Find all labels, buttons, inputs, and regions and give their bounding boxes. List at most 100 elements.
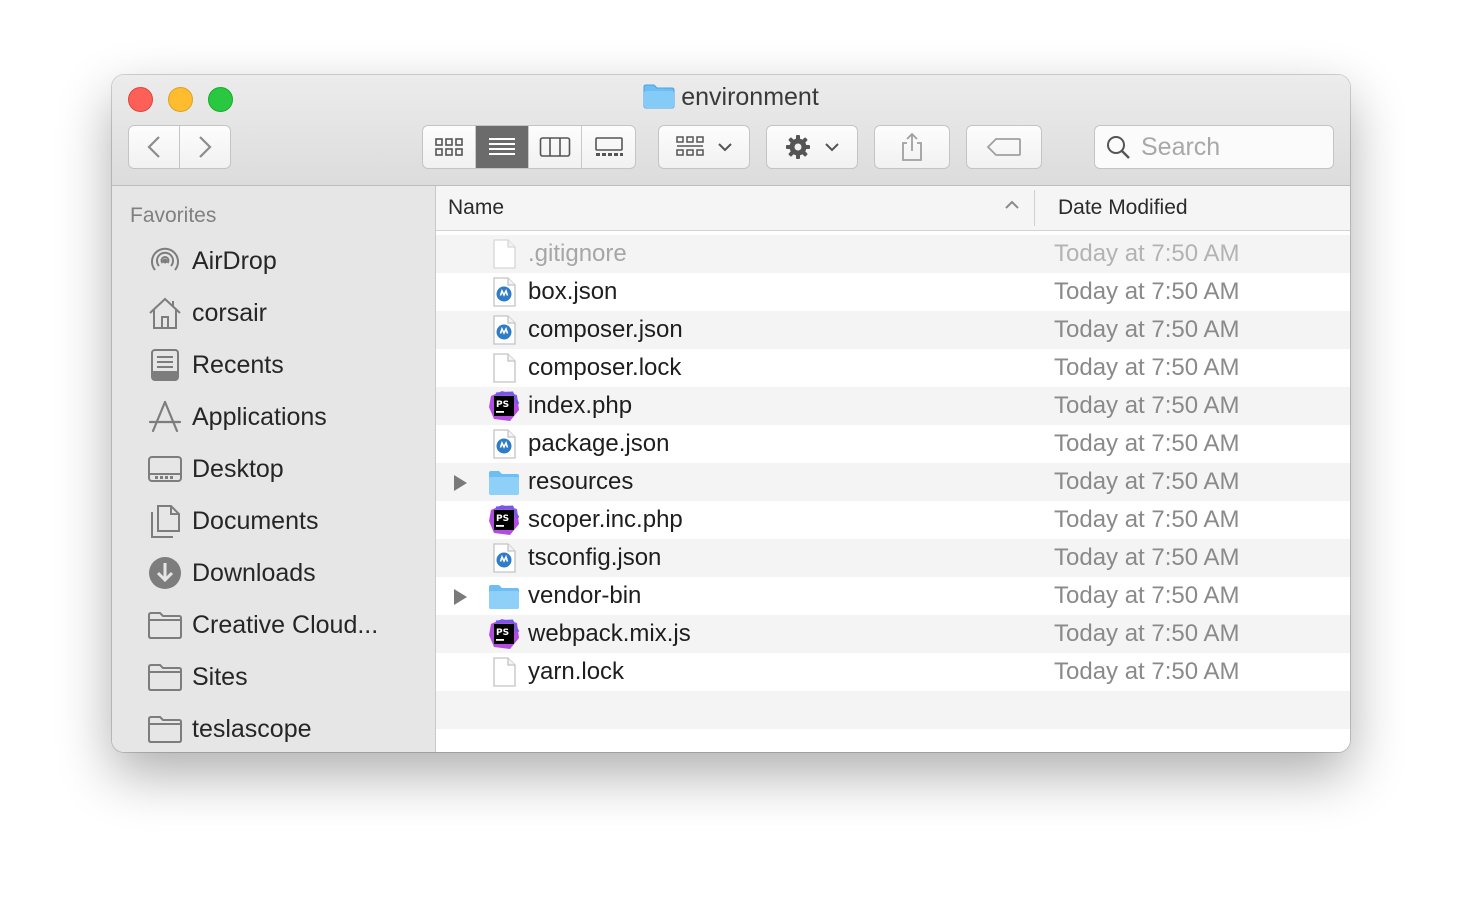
window-title: environment: [112, 83, 1350, 116]
sidebar-item-recents[interactable]: Recents: [146, 343, 284, 387]
sidebar-item-label: Sites: [192, 662, 248, 691]
table-row[interactable]: yarn.lock Today at 7:50 AM: [436, 653, 1350, 691]
table-row[interactable]: PS webpack.mix.js Today at 7:50 AM: [436, 615, 1350, 653]
file-rows: .gitignore Today at 7:50 AM box.json Tod…: [436, 235, 1350, 752]
sidebar-item-creative-cloud[interactable]: Creative Cloud...: [146, 603, 378, 647]
generic-file-icon: [488, 352, 520, 384]
sidebar-item-applications[interactable]: Applications: [146, 395, 327, 439]
sidebar-item-label: Downloads: [192, 558, 316, 587]
back-button[interactable]: [128, 125, 180, 169]
gear-icon: [786, 135, 810, 159]
search-field[interactable]: [1094, 125, 1334, 169]
recents-icon: [146, 346, 184, 384]
folder-icon: [488, 580, 520, 612]
json-file-icon: [488, 542, 520, 574]
table-row[interactable]: package.json Today at 7:50 AM: [436, 425, 1350, 463]
icon-view-button[interactable]: [423, 126, 476, 168]
sidebar-item-corsair[interactable]: corsair: [146, 291, 267, 335]
table-row[interactable]: PS scoper.inc.php Today at 7:50 AM: [436, 501, 1350, 539]
sidebar-item-label: Creative Cloud...: [192, 610, 379, 639]
file-date: Today at 7:50 AM: [1054, 658, 1240, 685]
folder-icon: [488, 466, 520, 498]
svg-text:PS: PS: [496, 400, 509, 410]
sidebar-item-label: teslascope: [192, 714, 312, 743]
file-date: Today at 7:50 AM: [1054, 620, 1240, 647]
sidebar-item-downloads[interactable]: Downloads: [146, 551, 316, 595]
file-name: package.json: [528, 430, 670, 457]
chevron-down-icon: [718, 143, 732, 152]
phpstorm-file-icon: PS: [488, 390, 520, 422]
generic-file-icon: [488, 656, 520, 688]
name-column-header[interactable]: Name: [448, 196, 504, 220]
search-icon: [1107, 136, 1130, 159]
file-name: composer.lock: [528, 354, 682, 381]
tag-button[interactable]: [966, 125, 1042, 169]
sidebar-item-label: Documents: [192, 506, 319, 535]
finder-window: environment Search Favorites AirDrop cor…: [112, 75, 1350, 752]
column-view-button[interactable]: [529, 126, 582, 168]
file-name: vendor-bin: [528, 582, 642, 609]
gallery-view-icon: [594, 137, 623, 156]
sidebar-item-label: corsair: [192, 298, 268, 327]
table-row[interactable]: PS index.php Today at 7:50 AM: [436, 387, 1350, 425]
file-date: Today at 7:50 AM: [1054, 278, 1240, 305]
sidebar-item-desktop[interactable]: Desktop: [146, 447, 284, 491]
disclosure-triangle-icon[interactable]: [452, 474, 468, 492]
tag-icon: [986, 138, 1021, 156]
search-input[interactable]: [1139, 131, 1323, 163]
folder-icon: [643, 83, 675, 116]
file-name: tsconfig.json: [528, 544, 662, 571]
file-name: scoper.inc.php: [528, 506, 683, 533]
home-icon: [146, 294, 184, 332]
table-row[interactable]: composer.json Today at 7:50 AM: [436, 311, 1350, 349]
sidebar: Favorites AirDrop corsair Recents Applic…: [112, 186, 436, 752]
desktop-icon: [146, 450, 184, 488]
disclosure-triangle-icon[interactable]: [452, 588, 468, 606]
sidebar-item-label: AirDrop: [192, 246, 277, 275]
sort-ascending-icon[interactable]: [1004, 200, 1020, 210]
table-row[interactable]: composer.lock Today at 7:50 AM: [436, 349, 1350, 387]
sidebar-item-sites[interactable]: Sites: [146, 655, 248, 699]
file-name: resources: [528, 468, 634, 495]
folder-icon: [146, 710, 184, 748]
empty-row: [436, 729, 1350, 752]
table-row[interactable]: resources Today at 7:50 AM: [436, 463, 1350, 501]
table-row[interactable]: .gitignore Today at 7:50 AM: [436, 235, 1350, 273]
sidebar-item-teslascope[interactable]: teslascope: [146, 707, 312, 751]
column-header: Name Date Modified: [436, 186, 1350, 231]
file-list: Name Date Modified .gitignore Today at 7…: [436, 186, 1350, 752]
window-title-text: environment: [681, 83, 819, 111]
gallery-view-button[interactable]: [582, 126, 635, 168]
json-file-icon: [488, 276, 520, 308]
json-file-icon: [488, 314, 520, 346]
folder-icon: [146, 606, 184, 644]
svg-text:PS: PS: [496, 514, 509, 524]
table-row[interactable]: box.json Today at 7:50 AM: [436, 273, 1350, 311]
json-file-icon: [488, 428, 520, 460]
file-date: Today at 7:50 AM: [1054, 430, 1240, 457]
svg-text:PS: PS: [496, 628, 509, 638]
chevron-left-icon: [147, 136, 160, 158]
sidebar-item-label: Desktop: [192, 454, 284, 483]
group-by-button[interactable]: [658, 125, 750, 169]
list-view-icon: [489, 138, 515, 155]
forward-button[interactable]: [179, 125, 231, 169]
title-bar: environment: [112, 75, 1350, 186]
airdrop-icon: [146, 242, 184, 280]
file-date: Today at 7:50 AM: [1054, 468, 1240, 495]
applications-icon: [146, 398, 184, 436]
generic-file-icon: [488, 238, 520, 270]
table-row[interactable]: vendor-bin Today at 7:50 AM: [436, 577, 1350, 615]
sidebar-item-airdrop[interactable]: AirDrop: [146, 239, 277, 283]
table-row[interactable]: tsconfig.json Today at 7:50 AM: [436, 539, 1350, 577]
column-divider[interactable]: [1034, 190, 1035, 226]
sidebar-item-documents[interactable]: Documents: [146, 499, 318, 543]
view-mode-control[interactable]: [422, 125, 636, 169]
list-view-button[interactable]: [476, 126, 529, 168]
file-name: composer.json: [528, 316, 683, 343]
file-date: Today at 7:50 AM: [1054, 354, 1240, 381]
share-button[interactable]: [874, 125, 950, 169]
date-modified-column-header[interactable]: Date Modified: [1058, 196, 1188, 220]
action-menu-button[interactable]: [766, 125, 858, 169]
phpstorm-file-icon: PS: [488, 504, 520, 536]
